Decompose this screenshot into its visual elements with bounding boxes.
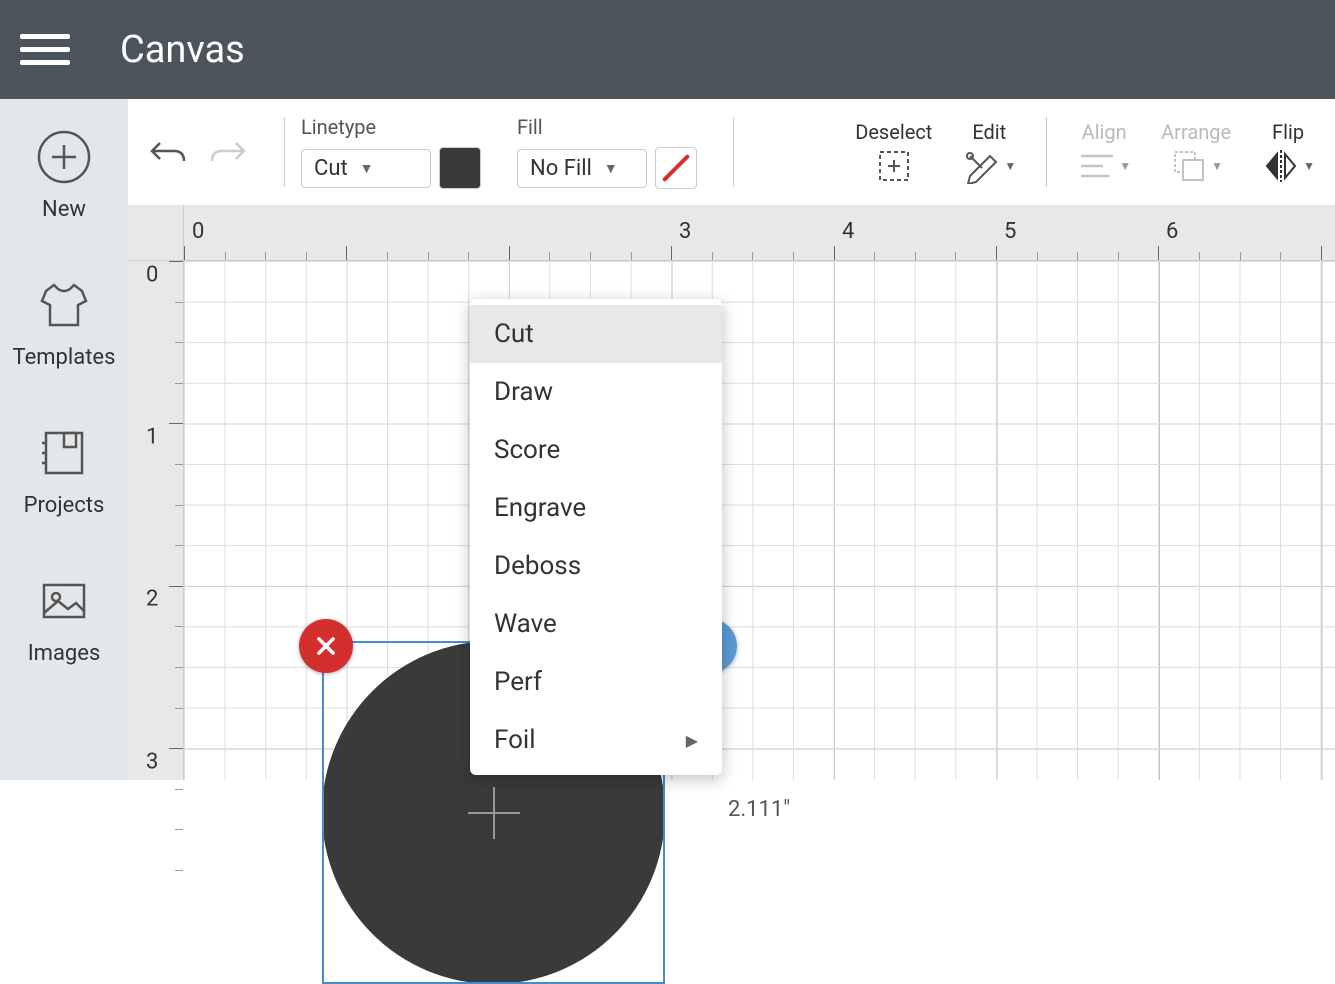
menu-item-foil[interactable]: Foil▶ [470, 711, 722, 769]
chevron-right-icon: ▶ [686, 731, 698, 750]
menu-item-score[interactable]: Score [470, 421, 722, 479]
sidebar-item-templates[interactable]: Templates [13, 277, 116, 370]
arrange-icon [1169, 148, 1209, 184]
edit-icon [962, 148, 1002, 184]
canvas-area[interactable]: 0 3 4 5 6 0 1 2 3 2.111" [128, 205, 1335, 780]
selection-width-label: 2.111" [728, 797, 790, 822]
sidebar-item-new[interactable]: New [36, 129, 92, 222]
chevron-down-icon: ▼ [360, 160, 374, 177]
plus-circle-icon [36, 129, 92, 185]
edit-button[interactable]: Edit ▼ [962, 120, 1016, 184]
sidebar-item-projects[interactable]: Projects [24, 425, 105, 518]
chevron-down-icon: ▼ [1303, 159, 1315, 173]
close-icon [315, 635, 337, 657]
ruler-tick: 0 [192, 219, 204, 244]
linetype-color-swatch[interactable] [439, 147, 481, 189]
toolbar-divider [1046, 117, 1047, 187]
sidebar-item-label: New [42, 197, 86, 222]
ruler-tick: 6 [1166, 219, 1178, 244]
arrange-button: Arrange ▼ [1161, 120, 1231, 184]
fill-dropdown[interactable]: No Fill ▼ [517, 149, 647, 188]
chevron-down-icon: ▼ [1211, 159, 1223, 173]
flip-button[interactable]: Flip ▼ [1261, 120, 1315, 184]
ruler-corner [128, 205, 184, 261]
ruler-vertical: 0 1 2 3 [128, 261, 184, 780]
ruler-tick: 3 [679, 219, 691, 244]
left-sidebar: New Templates Projects Images [0, 99, 128, 780]
sidebar-item-label: Templates [13, 345, 116, 370]
chevron-down-icon: ▼ [604, 160, 618, 177]
toolbar-divider [284, 117, 285, 187]
undo-icon[interactable] [148, 137, 188, 167]
align-icon [1077, 148, 1117, 184]
page-title: Canvas [120, 28, 245, 72]
menu-item-deboss[interactable]: Deboss [470, 537, 722, 595]
menu-item-wave[interactable]: Wave [470, 595, 722, 653]
center-crosshair [468, 787, 520, 839]
fill-value: No Fill [530, 156, 592, 181]
ruler-horizontal: 0 3 4 5 6 [184, 205, 1335, 261]
linetype-value: Cut [314, 156, 348, 181]
ruler-tick: 3 [146, 750, 158, 775]
ruler-tick: 1 [146, 425, 158, 450]
image-icon [36, 573, 92, 629]
linetype-menu: Cut Draw Score Engrave Deboss Wave Perf … [470, 299, 722, 775]
sidebar-item-images[interactable]: Images [28, 573, 101, 666]
deselect-icon [874, 148, 914, 184]
fill-color-swatch[interactable] [655, 147, 697, 189]
linetype-dropdown[interactable]: Cut ▼ [301, 149, 431, 188]
sidebar-item-label: Projects [24, 493, 105, 518]
fill-label: Fill [517, 115, 697, 139]
chevron-down-icon: ▼ [1004, 159, 1016, 173]
deselect-button[interactable]: Deselect [855, 120, 932, 184]
toolbar: Linetype Cut ▼ Fill No Fill ▼ [128, 99, 1335, 205]
app-header: Canvas [0, 0, 1335, 99]
linetype-label: Linetype [301, 115, 481, 139]
chevron-down-icon: ▼ [1119, 159, 1131, 173]
align-button: Align ▼ [1077, 120, 1131, 184]
toolbar-divider [733, 117, 734, 187]
flip-icon [1261, 148, 1301, 184]
sidebar-item-label: Images [28, 641, 101, 666]
ruler-tick: 0 [146, 263, 158, 288]
redo-icon[interactable] [208, 137, 248, 167]
menu-item-cut[interactable]: Cut [470, 305, 722, 363]
ruler-tick: 5 [1004, 219, 1016, 244]
notebook-icon [36, 425, 92, 481]
hamburger-menu-icon[interactable] [20, 34, 70, 65]
menu-item-perf[interactable]: Perf [470, 653, 722, 711]
menu-item-engrave[interactable]: Engrave [470, 479, 722, 537]
shirt-icon [36, 277, 92, 333]
menu-item-draw[interactable]: Draw [470, 363, 722, 421]
ruler-tick: 2 [146, 587, 158, 612]
ruler-tick: 4 [842, 219, 854, 244]
delete-handle[interactable] [299, 619, 353, 673]
